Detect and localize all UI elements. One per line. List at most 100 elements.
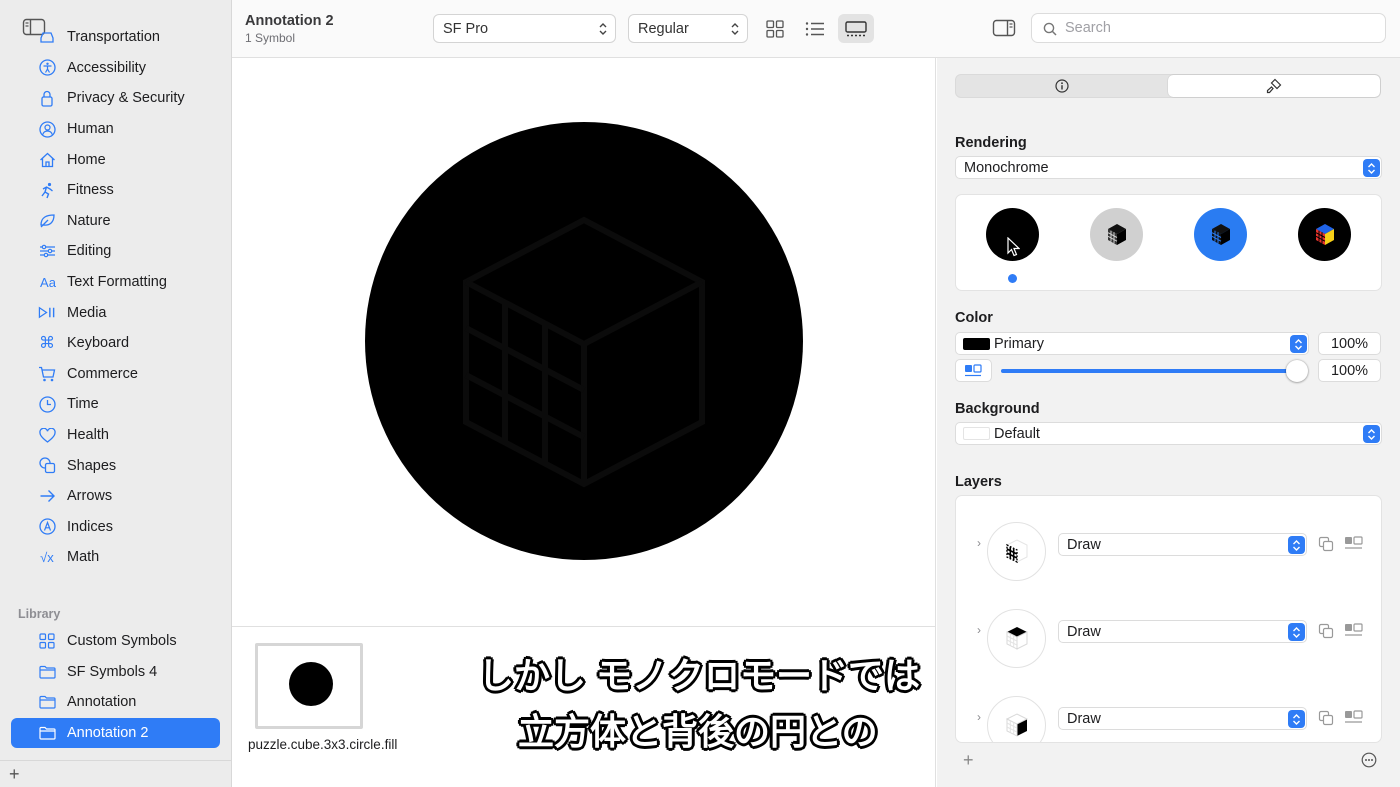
grid-icon: [38, 632, 56, 650]
layer-mode-value: Draw: [1067, 623, 1101, 640]
sidebar-item-human[interactable]: Human: [0, 114, 231, 145]
sidebar-item-fitness[interactable]: Fitness: [0, 175, 231, 206]
layer-thumbnail: [987, 609, 1046, 668]
sidebar-item-shapes[interactable]: Shapes: [0, 450, 231, 481]
sidebar-item-nature[interactable]: Nature: [0, 206, 231, 237]
sidebar-item-custom-symbols[interactable]: Custom Symbols: [0, 626, 231, 657]
a-circle-icon: [38, 518, 56, 536]
search-placeholder: Search: [1065, 20, 1111, 36]
symbol-thumbnail[interactable]: [255, 643, 363, 729]
library-heading: Library: [18, 607, 61, 621]
duplicate-layer-icon[interactable]: [1318, 623, 1334, 639]
paintbrush-icon: [1266, 78, 1282, 94]
search-field[interactable]: Search: [1031, 13, 1386, 43]
hierarchical-mode-button[interactable]: [1090, 208, 1143, 261]
chevron-updown-icon: [599, 23, 607, 35]
layer-mode-value: Draw: [1067, 710, 1101, 727]
font-popup[interactable]: SF Pro: [433, 14, 616, 43]
sidebar-item-annotation-2[interactable]: Annotation 2: [11, 717, 220, 749]
opacity-slider-knob[interactable]: [1286, 360, 1308, 382]
sidebar-item-privacy-security[interactable]: Privacy & Security: [0, 83, 231, 114]
layer-color-icon[interactable]: [1344, 710, 1364, 726]
slider-icon: [38, 242, 56, 260]
opacity-slider-track[interactable]: [1001, 369, 1297, 373]
sidebar-item-health[interactable]: Health: [0, 420, 231, 451]
sidebar-item-annotation[interactable]: Annotation: [0, 687, 231, 718]
weight-popup[interactable]: Regular: [628, 14, 748, 43]
disclosure-chevron-icon[interactable]: ›: [972, 536, 986, 550]
duplicate-layer-icon[interactable]: [1318, 710, 1334, 726]
multicolor-mode-button[interactable]: [1298, 208, 1351, 261]
list-view-button[interactable]: [797, 14, 833, 43]
info-tab[interactable]: [956, 75, 1168, 97]
sidebar-item-math[interactable]: √x Math: [0, 542, 231, 573]
cube-top-icon: [1006, 626, 1027, 650]
sidebar-item-accessibility[interactable]: Accessibility: [0, 53, 231, 84]
background-swatch: [963, 427, 990, 440]
palette-mode-button[interactable]: [1194, 208, 1247, 261]
rendering-mode-picker: [955, 194, 1382, 291]
layer-color-icon[interactable]: [1344, 623, 1364, 639]
sidebar-item-time[interactable]: Time: [0, 389, 231, 420]
chevron-updown-icon: [1363, 425, 1380, 443]
info-icon: [1055, 79, 1069, 93]
sidebar-item-label: Transportation: [67, 29, 160, 46]
sidebar-item-label: Health: [67, 427, 109, 444]
sidebar-item-editing[interactable]: Editing: [0, 236, 231, 267]
clock-icon: [38, 395, 56, 413]
color-opacity-field[interactable]: 100%: [1318, 332, 1381, 355]
sidebar-item-commerce[interactable]: Commerce: [0, 359, 231, 390]
sidebar-item-transportation[interactable]: Transportation: [0, 22, 231, 53]
sidebar-footer: +: [0, 760, 231, 787]
disclosure-chevron-icon[interactable]: ›: [972, 623, 986, 637]
sidebar-item-indices[interactable]: Indices: [0, 512, 231, 543]
folder-icon: [38, 663, 56, 681]
rendering-heading: Rendering: [955, 135, 1027, 151]
sidebar-item-label: Media: [67, 304, 107, 321]
slider-value-field[interactable]: 100%: [1318, 359, 1381, 382]
add-layer-button[interactable]: +: [963, 751, 974, 769]
more-options-icon[interactable]: [1361, 752, 1377, 768]
disclosure-chevron-icon[interactable]: ›: [972, 710, 986, 724]
sidebar-item-arrows[interactable]: Arrows: [0, 481, 231, 512]
layer-mode-select[interactable]: Draw: [1058, 620, 1307, 643]
layer-row: › Draw: [956, 696, 1381, 742]
sidebar-item-media[interactable]: Media: [0, 297, 231, 328]
grid-view-button[interactable]: [757, 14, 793, 43]
weight-popup-value: Regular: [638, 20, 689, 37]
duplicate-layer-icon[interactable]: [1318, 536, 1334, 552]
color-select[interactable]: Primary: [955, 332, 1309, 355]
layer-mode-select[interactable]: Draw: [1058, 707, 1307, 730]
customize-tab[interactable]: [1168, 75, 1380, 97]
sidebar-item-keyboard[interactable]: ⌘ Keyboard: [0, 328, 231, 359]
sidebar-item-label: Fitness: [67, 182, 114, 199]
grid-view-icon: [766, 19, 784, 38]
sidebar-item-label: Privacy & Security: [67, 90, 185, 107]
sidebar-item-label: Indices: [67, 518, 113, 535]
toolbar: Annotation 2 1 Symbol SF Pro Regular Sea…: [232, 0, 1400, 58]
sidebar-item-home[interactable]: Home: [0, 144, 231, 175]
symbol-preview-canvas: [232, 58, 936, 626]
rendering-mode-select[interactable]: Monochrome: [955, 156, 1382, 179]
textformat-icon: Aa: [40, 274, 56, 290]
background-select[interactable]: Default: [955, 422, 1382, 445]
sidebar-item-label: Annotation: [67, 694, 137, 711]
palette-swatch-icon: [964, 363, 982, 376]
chevron-updown-icon: [1363, 159, 1380, 177]
sidebar-item-text-formatting[interactable]: Aa Text Formatting: [0, 267, 231, 298]
cube-hierarchical-icon: [1107, 223, 1126, 245]
gallery-view-button[interactable]: [838, 14, 874, 43]
add-collection-button[interactable]: +: [9, 765, 20, 783]
folder-icon: [38, 693, 56, 711]
search-icon: [1043, 22, 1057, 36]
layer-color-icon[interactable]: [1344, 536, 1364, 552]
sidebar: Transportation Accessibility Privacy & S…: [0, 0, 232, 787]
variable-color-button[interactable]: [955, 359, 992, 382]
cube-front-grid-icon: [1005, 538, 1027, 563]
background-select-value: Default: [994, 425, 1040, 442]
rendering-mode-value: Monochrome: [964, 159, 1049, 176]
layer-mode-select[interactable]: Draw: [1058, 533, 1307, 556]
inspector-toggle-icon[interactable]: [992, 18, 1016, 38]
sidebar-item-sf-symbols-4[interactable]: SF Symbols 4: [0, 657, 231, 688]
puzzle-cube-circle-symbol: [365, 122, 803, 560]
